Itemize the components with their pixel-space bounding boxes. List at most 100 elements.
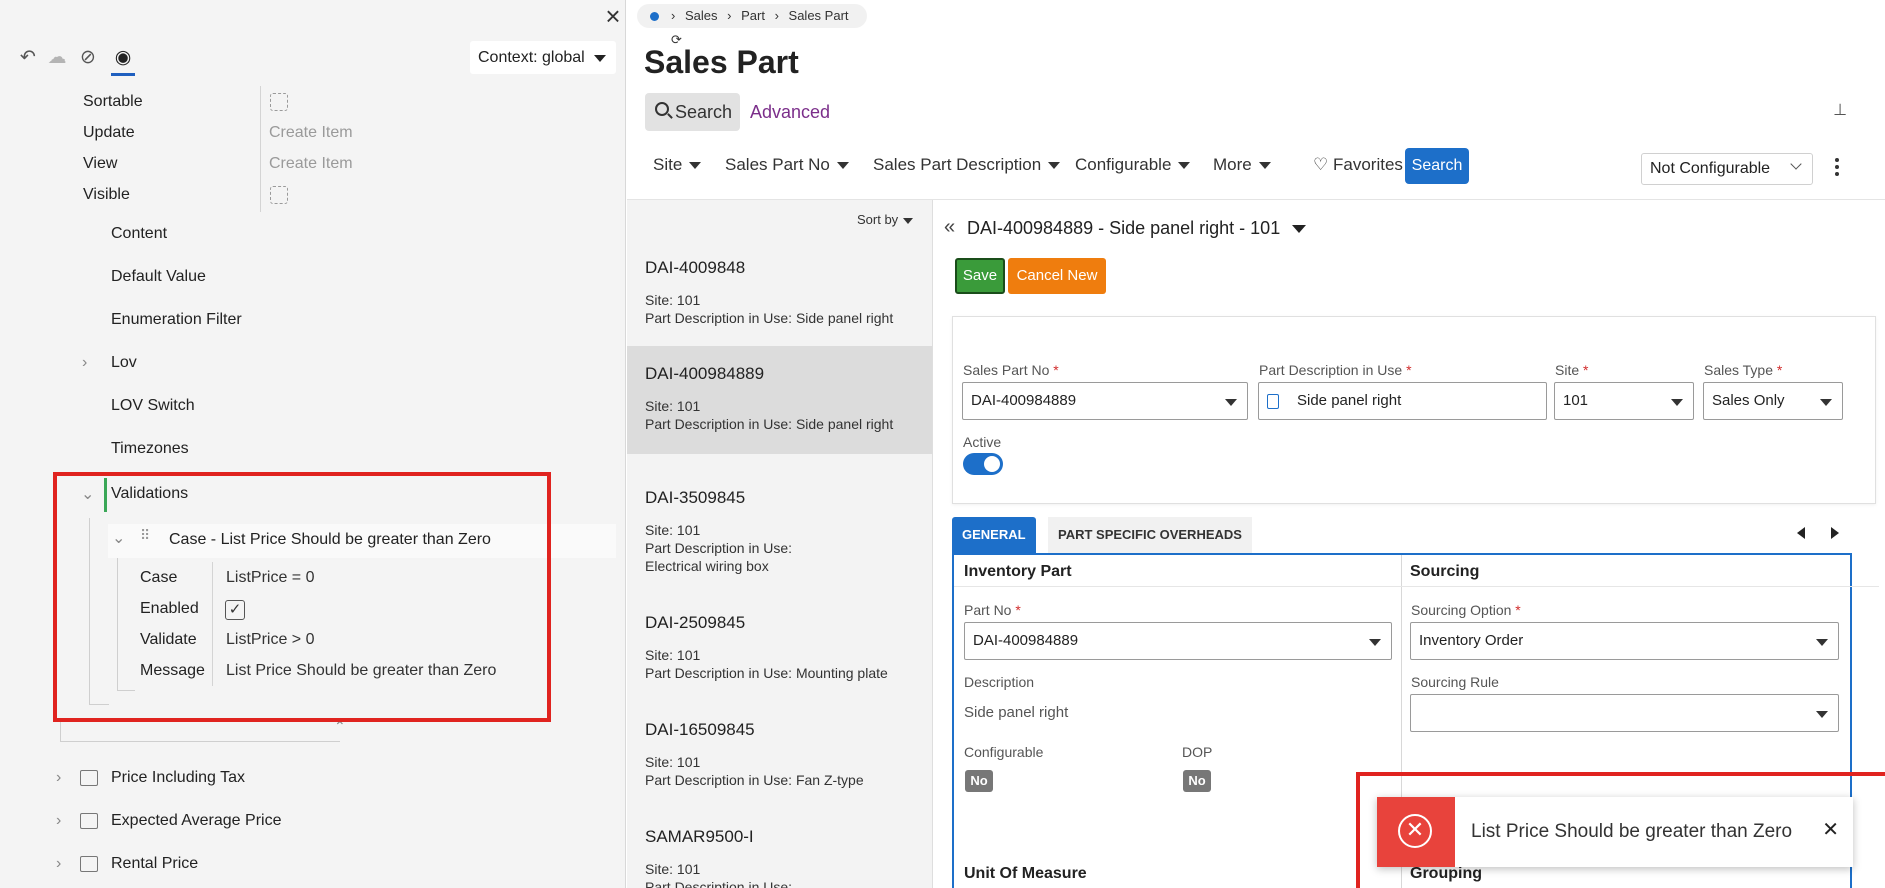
sales-part-no-field[interactable]: DAI-400984889 <box>962 382 1248 420</box>
list-item-id: DAI-2509845 <box>645 613 746 632</box>
cloud-upload-icon[interactable]: ☁ <box>45 46 69 70</box>
sort-by-button[interactable]: Sort by <box>857 212 914 227</box>
sales-type-field[interactable]: Sales Only <box>1703 382 1843 420</box>
dop-label: DOP <box>1182 744 1213 760</box>
breadcrumb: › Sales › Part › Sales Part ⟳ <box>637 4 867 47</box>
caret-down-icon <box>1178 162 1191 170</box>
document-icon <box>1267 394 1279 409</box>
record-list: Sort by DAI-4009848 Site: 101 Part Descr… <box>627 200 933 888</box>
tab-part-specific-overheads[interactable]: PART SPECIFIC OVERHEADS <box>1048 517 1252 553</box>
breadcrumb-sales[interactable]: Sales <box>685 8 718 23</box>
collapse-list-icon[interactable]: « <box>944 216 955 239</box>
close-panel-icon[interactable]: × <box>600 3 625 29</box>
list-item-id: DAI-16509845 <box>645 720 755 739</box>
list-item[interactable]: DAI-16509845 Site: 101 Part Description … <box>627 702 932 810</box>
sortable-checkbox[interactable] <box>270 93 288 111</box>
record-title-text: DAI-400984889 - Side panel right - 101 <box>967 218 1281 238</box>
tab-next-icon[interactable] <box>1831 527 1839 539</box>
filter-sales-part-no[interactable]: Sales Part No <box>725 155 849 175</box>
favorites-label: Favorites <box>1332 155 1403 174</box>
chevron-right-icon: › <box>56 855 62 872</box>
caret-down-icon <box>1048 162 1061 170</box>
case-value[interactable]: ListPrice = 0 <box>226 569 314 587</box>
filter-more[interactable]: More <box>1213 155 1271 175</box>
site-label: Site * <box>1555 362 1589 378</box>
designer-panel: × ↶ ☁ ⊘ ◉ Context: global Sortable Updat… <box>0 0 626 888</box>
context-select[interactable]: Context: global <box>470 41 616 74</box>
sales-type-label: Sales Type * <box>1704 362 1783 378</box>
sourcing-option-field[interactable]: Inventory Order <box>1410 622 1839 660</box>
more-options-icon[interactable] <box>1834 158 1840 180</box>
favorites-button[interactable]: ♡ Favorites <box>1313 155 1403 175</box>
cancel-new-button[interactable]: Cancel New <box>1008 258 1106 294</box>
tree-item-lov[interactable]: Lov <box>111 354 137 372</box>
tree-item-lov-switch[interactable]: LOV Switch <box>111 397 195 415</box>
tree-item-validations[interactable]: Validations <box>111 485 188 503</box>
search-button[interactable]: Search <box>1405 148 1469 184</box>
sourcing-rule-field[interactable] <box>1410 694 1839 732</box>
tree-rail <box>89 704 109 705</box>
configurable-select[interactable]: Not Configurable <box>1641 153 1813 185</box>
chevron-down-icon[interactable]: ⌄ <box>112 528 125 548</box>
list-item[interactable]: DAI-2509845 Site: 101 Part Description i… <box>627 595 932 703</box>
view-value[interactable]: Create Item <box>269 155 353 173</box>
filter-label: Sales Part Description <box>873 155 1042 174</box>
validate-value[interactable]: ListPrice > 0 <box>226 631 314 649</box>
list-item-description: Part Description in Use: <box>645 879 793 888</box>
close-toast-icon[interactable]: ✕ <box>1822 817 1839 842</box>
tree-item-timezones[interactable]: Timezones <box>111 440 189 458</box>
tree-item-content[interactable]: Content <box>111 225 167 243</box>
prop-label: Sortable <box>83 93 143 110</box>
sourcing-heading: Sourcing <box>1410 563 1480 580</box>
filter-label: Site <box>653 155 683 174</box>
tab-general[interactable]: GENERAL <box>952 517 1036 553</box>
drag-handle-icon[interactable]: ⠿ <box>140 528 152 552</box>
site-field[interactable]: 101 <box>1554 382 1694 420</box>
hide-icon[interactable]: ⊘ <box>76 46 100 70</box>
breadcrumb-sales-part[interactable]: Sales Part <box>789 8 849 23</box>
chevron-down-icon[interactable]: ⌄ <box>81 484 94 504</box>
page-title: Sales Part <box>644 44 799 80</box>
filter-configurable[interactable]: Configurable <box>1075 155 1191 175</box>
list-item-site: Site: 101 <box>645 754 701 770</box>
list-item-site: Site: 101 <box>645 522 701 538</box>
search-tab[interactable]: Search <box>645 93 740 131</box>
search-tab-label: Search <box>675 102 733 122</box>
validation-case-row[interactable]: ⌄ ⠿ Case - List Price Should be greater … <box>108 524 616 558</box>
tab-prev-icon[interactable] <box>1797 527 1805 539</box>
pin-icon[interactable]: ⊥ <box>1833 100 1847 120</box>
active-toggle[interactable] <box>963 453 1003 475</box>
chevron-right-icon[interactable]: › <box>82 354 87 372</box>
breadcrumb-part[interactable]: Part <box>741 8 765 23</box>
advanced-tab[interactable]: Advanced <box>750 102 830 123</box>
list-item[interactable]: DAI-4009848 Site: 101 Part Description i… <box>627 240 932 348</box>
home-icon[interactable] <box>650 12 659 21</box>
list-item[interactable]: SAMAR9500-I Site: 101 Part Description i… <box>627 809 932 888</box>
case-key: Case <box>140 569 178 586</box>
caret-down-icon <box>1816 711 1828 718</box>
update-value[interactable]: Create Item <box>269 124 353 142</box>
list-item-site: Site: 101 <box>645 292 701 308</box>
save-button[interactable]: Save <box>955 258 1005 294</box>
visible-checkbox[interactable] <box>270 186 288 204</box>
undo-icon[interactable]: ↶ <box>16 46 40 70</box>
part-no-field[interactable]: DAI-400984889 <box>964 622 1392 660</box>
list-item[interactable]: DAI-3509845 Site: 101 Part Description i… <box>627 470 932 578</box>
enabled-checkbox[interactable]: ✓ <box>225 600 245 620</box>
tree-item-enumeration-filter[interactable]: Enumeration Filter <box>111 311 242 329</box>
filter-site[interactable]: Site <box>653 155 702 175</box>
filter-sales-part-description[interactable]: Sales Part Description <box>873 155 1061 175</box>
prop-label: View <box>83 155 118 172</box>
list-item[interactable]: DAI-400984889 Site: 101 Part Description… <box>627 346 932 454</box>
caret-down-icon <box>594 55 606 62</box>
message-value[interactable]: List Price Should be greater than Zero <box>226 662 496 680</box>
list-item-id: DAI-400984889 <box>645 364 765 383</box>
part-desc-field[interactable]: Side panel right <box>1258 382 1547 420</box>
eye-icon[interactable]: ◉ <box>111 46 135 76</box>
record-title[interactable]: « DAI-400984889 - Side panel right - 101 <box>944 216 1307 239</box>
validation-case-title: Case - List Price Should be greater than… <box>169 531 491 548</box>
tree-item-default-value[interactable]: Default Value <box>111 268 206 286</box>
configurable-select-value: Not Configurable <box>1650 160 1771 177</box>
prop-row-update: Update Create Item <box>83 120 613 146</box>
collapse-up-icon[interactable]: ⌃ <box>334 718 346 735</box>
